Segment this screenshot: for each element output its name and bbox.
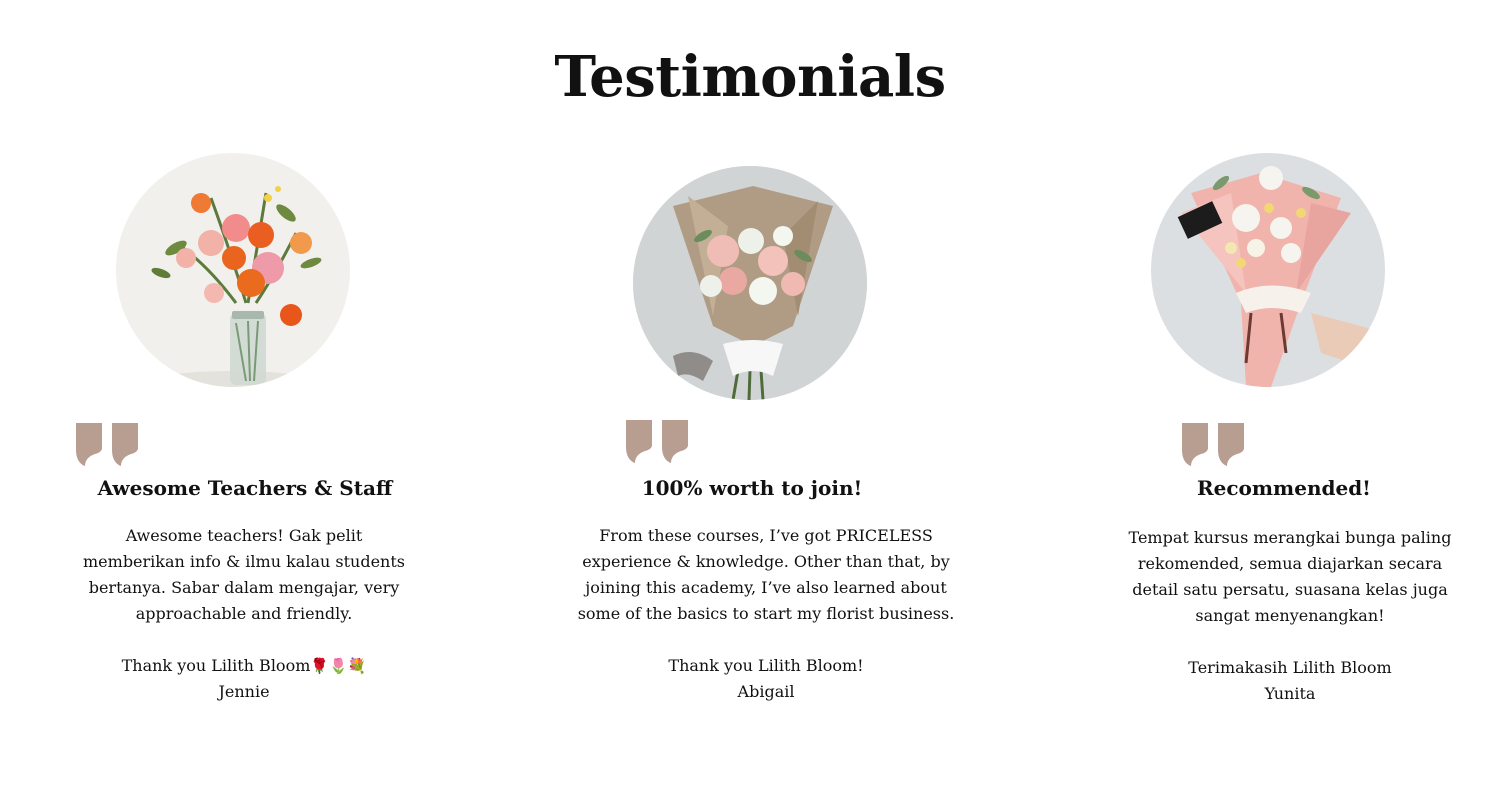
quote-mark-icon bbox=[76, 423, 138, 466]
testimonial-title: 100% worth to join! bbox=[641, 476, 863, 500]
testimonial-text: Tempat kursus merangkai bunga paling rek… bbox=[1128, 528, 1452, 625]
testimonial-card-3: Recommended! Tempat kursus merangkai bun… bbox=[1000, 0, 1500, 800]
testimonial-thanks: Thank you Lilith Bloom! bbox=[668, 656, 864, 675]
testimonial-author: Yunita bbox=[1264, 684, 1316, 703]
testimonial-author: Jennie bbox=[218, 682, 270, 701]
testimonial-card-2: 100% worth to join! From these courses, … bbox=[500, 0, 1000, 800]
testimonial-title: Awesome Teachers & Staff bbox=[97, 476, 393, 500]
testimonial-body: From these courses, I’ve got PRICELESS e… bbox=[568, 523, 964, 705]
testimonial-author: Abigail bbox=[737, 682, 795, 701]
quote-mark-left bbox=[76, 423, 102, 466]
flower-emoji: 🌹🌷💐 bbox=[310, 657, 367, 675]
bouquet-pink-paper-image bbox=[1151, 153, 1385, 387]
quote-mark-right bbox=[662, 420, 688, 463]
quote-mark-icon bbox=[1182, 423, 1244, 466]
bouquet-jar-image bbox=[116, 153, 350, 387]
quote-mark-left bbox=[1182, 423, 1208, 466]
testimonial-thanks-line: Thank you Lilith Bloom🌹🌷💐 bbox=[78, 653, 410, 679]
quote-mark-right bbox=[112, 423, 138, 466]
testimonial-card-1: Awesome Teachers & Staff Awesome teacher… bbox=[0, 0, 500, 800]
quote-mark-left bbox=[626, 420, 652, 463]
testimonial-text: Awesome teachers! Gak pelit memberikan i… bbox=[83, 526, 405, 623]
testimonial-photo bbox=[116, 153, 350, 387]
testimonial-thanks: Terimakasih Lilith Bloom bbox=[1188, 658, 1392, 677]
testimonial-thanks: Thank you Lilith Bloom bbox=[121, 656, 311, 675]
bouquet-kraft-image bbox=[633, 166, 867, 400]
testimonial-text: From these courses, I’ve got PRICELESS e… bbox=[577, 526, 955, 623]
testimonial-title: Recommended! bbox=[1197, 476, 1371, 500]
quote-mark-icon bbox=[626, 420, 688, 463]
testimonial-photo bbox=[633, 166, 867, 400]
testimonial-body: Awesome teachers! Gak pelit memberikan i… bbox=[78, 523, 410, 705]
testimonial-photo bbox=[1151, 153, 1385, 387]
quote-mark-right bbox=[1218, 423, 1244, 466]
testimonial-body: Tempat kursus merangkai bunga paling rek… bbox=[1122, 525, 1458, 707]
